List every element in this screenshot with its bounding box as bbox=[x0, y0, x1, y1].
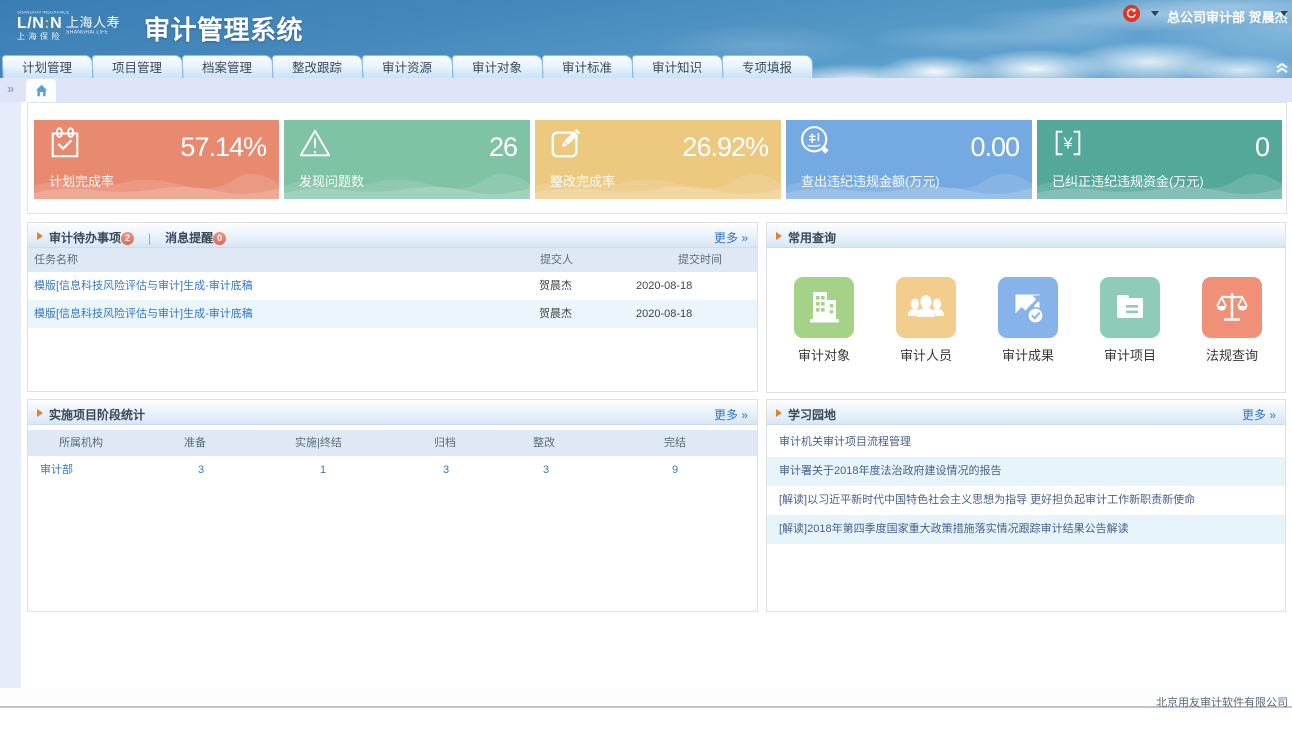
svg-text:¥: ¥ bbox=[1063, 135, 1073, 153]
